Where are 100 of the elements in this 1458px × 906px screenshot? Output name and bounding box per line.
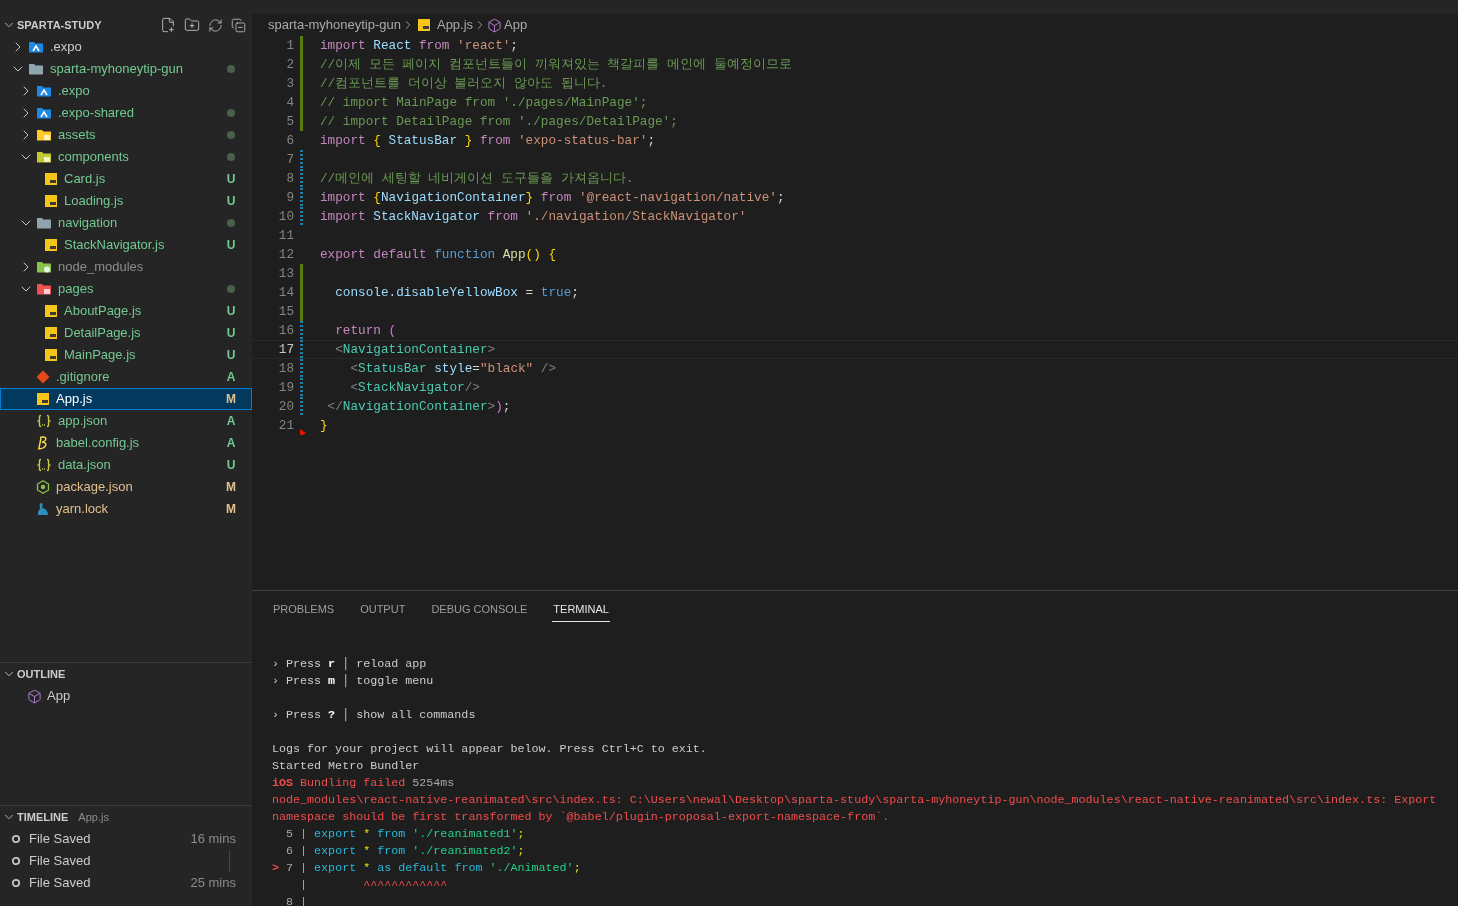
- git-status-label: U: [225, 325, 237, 342]
- file-tree-item[interactable]: .gitignore A: [0, 366, 252, 388]
- line-number: 18: [277, 360, 294, 378]
- code-text: export default function App() {: [320, 246, 557, 264]
- line-number: 1: [285, 37, 294, 55]
- outline-item[interactable]: App: [0, 685, 252, 707]
- file-tree-item[interactable]: yarn.lock M: [0, 498, 252, 520]
- terminal-line: 6 | export * from './reanimated2';: [285, 843, 526, 860]
- file-tree-item[interactable]: Card.js U: [0, 168, 252, 190]
- file-tree-item[interactable]: DetailPage.js U: [0, 322, 252, 344]
- file-tree-item[interactable]: App.js M: [0, 388, 252, 410]
- js-file-icon: [44, 326, 58, 340]
- js-file-icon: [44, 348, 58, 362]
- file-tree-item[interactable]: StackNavigator.js U: [0, 234, 252, 256]
- file-tree-item[interactable]: Loading.js U: [0, 190, 252, 212]
- terminal-line: › Press ? │ show all commands: [272, 707, 477, 724]
- file-tree-item[interactable]: app.json A: [0, 410, 252, 432]
- line-number: 5: [285, 113, 294, 131]
- change-marker[interactable]: [300, 93, 303, 112]
- circle-icon: [11, 834, 21, 844]
- circle-icon: [11, 878, 21, 888]
- file-tree-item[interactable]: .expo: [0, 36, 252, 58]
- timeline-item[interactable]: File Saved 16 mins: [0, 828, 252, 850]
- panel-tab[interactable]: TERMINAL: [552, 598, 610, 622]
- change-marker[interactable]: [300, 169, 303, 188]
- line-number: 7: [285, 151, 294, 169]
- breadcrumb-item[interactable]: sparta-myhoneytip-gun: [268, 15, 401, 35]
- refresh-icon[interactable]: [208, 17, 223, 33]
- git-status-label: U: [225, 237, 237, 254]
- change-marker[interactable]: [300, 150, 303, 169]
- file-tree-item[interactable]: data.json U: [0, 454, 252, 476]
- file-tree-item[interactable]: assets: [0, 124, 252, 146]
- new-folder-icon[interactable]: [184, 17, 200, 33]
- change-marker[interactable]: [300, 283, 303, 302]
- code-text: // import DetailPage from './pages/DetailPage';: [320, 113, 678, 131]
- file-tree-item[interactable]: MainPage.js U: [0, 344, 252, 366]
- file-tree-item[interactable]: components: [0, 146, 252, 168]
- folder-icon: [36, 260, 52, 274]
- hexagon-icon: [36, 480, 50, 494]
- js-file-icon: [44, 238, 58, 252]
- file-tree-item[interactable]: navigation: [0, 212, 252, 234]
- line-number: 21: [277, 417, 294, 435]
- change-marker[interactable]: [300, 112, 303, 131]
- section-title: SPARTA-STUDY: [17, 17, 102, 33]
- change-marker[interactable]: [300, 207, 303, 226]
- code-text: <StackNavigator/>: [349, 379, 480, 397]
- file-tree-item[interactable]: package.json M: [0, 476, 252, 498]
- section-title: TIMELINE: [17, 809, 69, 825]
- code-text: // import MainPage from './pages/MainPage';: [320, 94, 648, 112]
- file-tree-item[interactable]: AboutPage.js U: [0, 300, 252, 322]
- change-marker[interactable]: [300, 74, 303, 93]
- change-marker[interactable]: [300, 264, 303, 283]
- line-number: 2: [285, 56, 294, 74]
- new-file-icon[interactable]: [160, 17, 176, 33]
- braces-icon: [36, 458, 52, 472]
- file-tree-item[interactable]: sparta-myhoneytip-gun: [0, 58, 252, 80]
- timeline-item[interactable]: File Saved: [0, 850, 252, 872]
- file-tree-item[interactable]: .expo: [0, 80, 252, 102]
- js-file-icon: [416, 18, 431, 32]
- panel-tab[interactable]: PROBLEMS: [272, 598, 336, 622]
- file-tree-item[interactable]: pages: [0, 278, 252, 300]
- git-status-label: M: [225, 501, 237, 518]
- line-number: 6: [285, 132, 294, 150]
- change-marker[interactable]: [300, 55, 303, 74]
- line-number: 15: [277, 303, 294, 321]
- collapse-all-icon[interactable]: [231, 17, 246, 33]
- panel-tab[interactable]: OUTPUT: [359, 598, 407, 622]
- change-marker[interactable]: [300, 378, 303, 397]
- js-file-icon: [44, 304, 58, 318]
- timeline-item[interactable]: File Saved 25 mins: [0, 872, 252, 894]
- braces-icon: [36, 414, 52, 428]
- terminal-line: Logs for your project will appear below. Press Ctrl+C to exit.: [272, 741, 708, 758]
- code-text: return (: [334, 322, 397, 340]
- line-number: 19: [277, 379, 294, 397]
- file-tree-item[interactable]: .expo-shared: [0, 102, 252, 124]
- panel-tab[interactable]: DEBUG CONSOLE: [430, 598, 529, 622]
- git-status-label: M: [225, 479, 237, 496]
- terminal-line: iOS Bundling failed 5254ms: [272, 775, 456, 792]
- file-tree-item[interactable]: node_modules: [0, 256, 252, 278]
- line-number: 4: [285, 94, 294, 112]
- change-marker[interactable]: [300, 340, 303, 359]
- change-marker[interactable]: [300, 188, 303, 207]
- change-marker[interactable]: [300, 321, 303, 340]
- breadcrumb-item[interactable]: App.js: [436, 15, 474, 35]
- change-marker[interactable]: [300, 36, 303, 55]
- folder-icon: [36, 150, 52, 164]
- breadcrumb-item[interactable]: App: [504, 15, 528, 35]
- change-marker[interactable]: [300, 359, 303, 378]
- terminal-line: › Press r │ reload app: [272, 656, 428, 673]
- line-number: 3: [285, 75, 294, 93]
- folder-icon: [36, 216, 52, 230]
- line-number: 9: [285, 189, 294, 207]
- git-status-label: A: [225, 413, 237, 430]
- file-tree-item[interactable]: babel.config.js A: [0, 432, 252, 454]
- git-icon: [36, 370, 50, 384]
- yarn-icon: [36, 502, 50, 516]
- line-number: 17: [277, 341, 294, 359]
- terminal-line: › Press m │ toggle menu: [272, 673, 435, 690]
- change-marker[interactable]: [300, 302, 303, 321]
- change-marker[interactable]: [300, 397, 303, 416]
